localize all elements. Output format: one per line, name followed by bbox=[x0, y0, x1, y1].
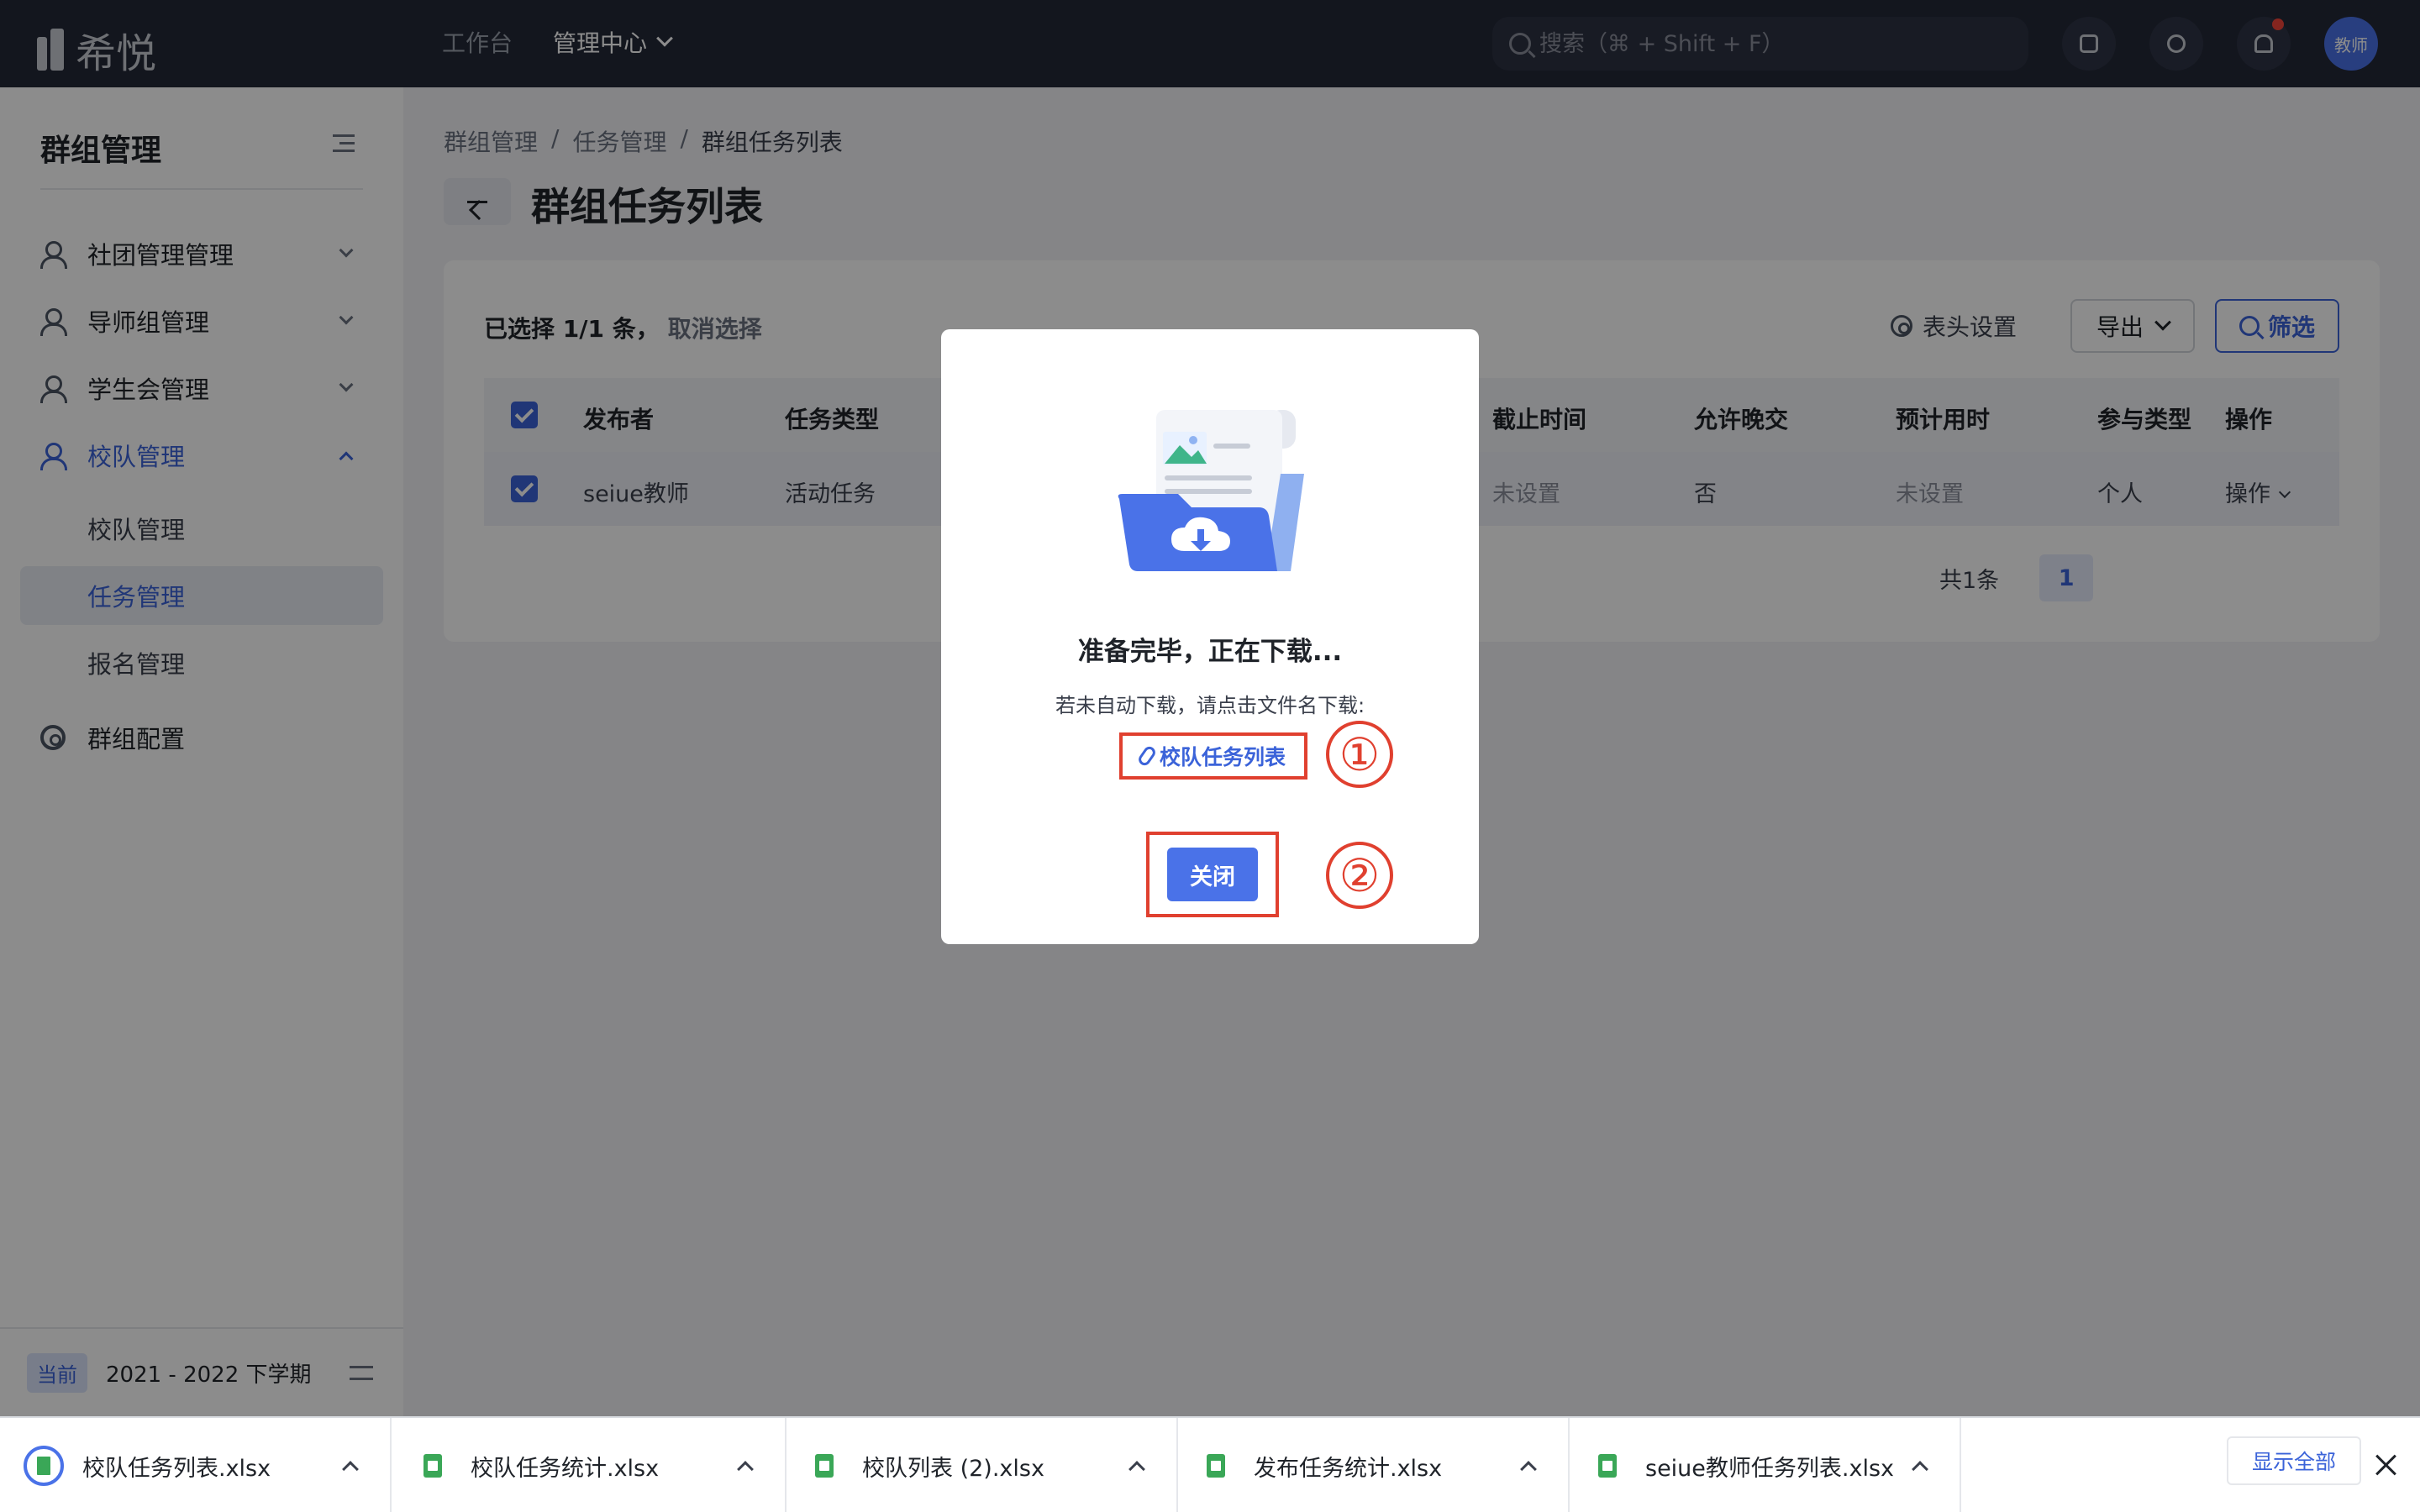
spreadsheet-file-icon bbox=[1598, 1454, 1617, 1478]
chevron-up-icon[interactable] bbox=[1128, 1461, 1145, 1478]
download-item[interactable]: 校队任务统计.xlsx bbox=[395, 1418, 786, 1512]
download-item[interactable]: 校队任务列表.xlsx bbox=[0, 1418, 392, 1512]
download-bar: 校队任务列表.xlsx 校队任务统计.xlsx 校队列表 (2).xlsx 发布… bbox=[0, 1416, 2420, 1512]
chevron-up-icon[interactable] bbox=[737, 1461, 754, 1478]
paperclip-icon bbox=[1136, 744, 1158, 768]
spreadsheet-file-icon bbox=[1207, 1454, 1225, 1478]
download-item[interactable]: seiue教师任务列表.xlsx bbox=[1570, 1418, 1961, 1512]
download-file-name: seiue教师任务列表.xlsx bbox=[1645, 1455, 1895, 1482]
modal-title: 准备完毕，正在下载... bbox=[1077, 637, 1343, 667]
chevron-up-icon[interactable] bbox=[1912, 1461, 1928, 1478]
annotation-marker-1: ① bbox=[1326, 721, 1393, 788]
chevron-up-icon[interactable] bbox=[342, 1461, 359, 1478]
download-item[interactable]: 发布任务统计.xlsx bbox=[1178, 1418, 1570, 1512]
close-button[interactable]: 关闭 bbox=[1167, 848, 1258, 901]
file-link-label: 校队任务列表 bbox=[1159, 745, 1286, 769]
modal-hint: 若未自动下载，请点击文件名下载: bbox=[1055, 694, 1365, 717]
spreadsheet-file-icon bbox=[815, 1454, 834, 1478]
spreadsheet-file-icon bbox=[424, 1454, 442, 1478]
download-modal: 准备完毕，正在下载... 若未自动下载，请点击文件名下载: 校队任务列表 ① 关… bbox=[941, 329, 1479, 944]
download-file-name: 发布任务统计.xlsx bbox=[1254, 1455, 1443, 1482]
annotation-marker-2: ② bbox=[1326, 842, 1393, 909]
download-file-name: 校队任务统计.xlsx bbox=[471, 1455, 660, 1482]
download-file-name: 校队列表 (2).xlsx bbox=[862, 1455, 1044, 1482]
download-folder-illustration bbox=[1118, 410, 1304, 571]
download-item[interactable]: 校队列表 (2).xlsx bbox=[786, 1418, 1178, 1512]
download-file-name: 校队任务列表.xlsx bbox=[82, 1455, 271, 1482]
spreadsheet-file-icon bbox=[24, 1446, 64, 1486]
close-button-highlight: 关闭 bbox=[1146, 832, 1279, 917]
show-all-downloads-button[interactable]: 显示全部 bbox=[2227, 1436, 2362, 1485]
chevron-up-icon[interactable] bbox=[1520, 1461, 1537, 1478]
close-icon[interactable] bbox=[2375, 1453, 2398, 1477]
download-file-link[interactable]: 校队任务列表 bbox=[1119, 732, 1307, 780]
